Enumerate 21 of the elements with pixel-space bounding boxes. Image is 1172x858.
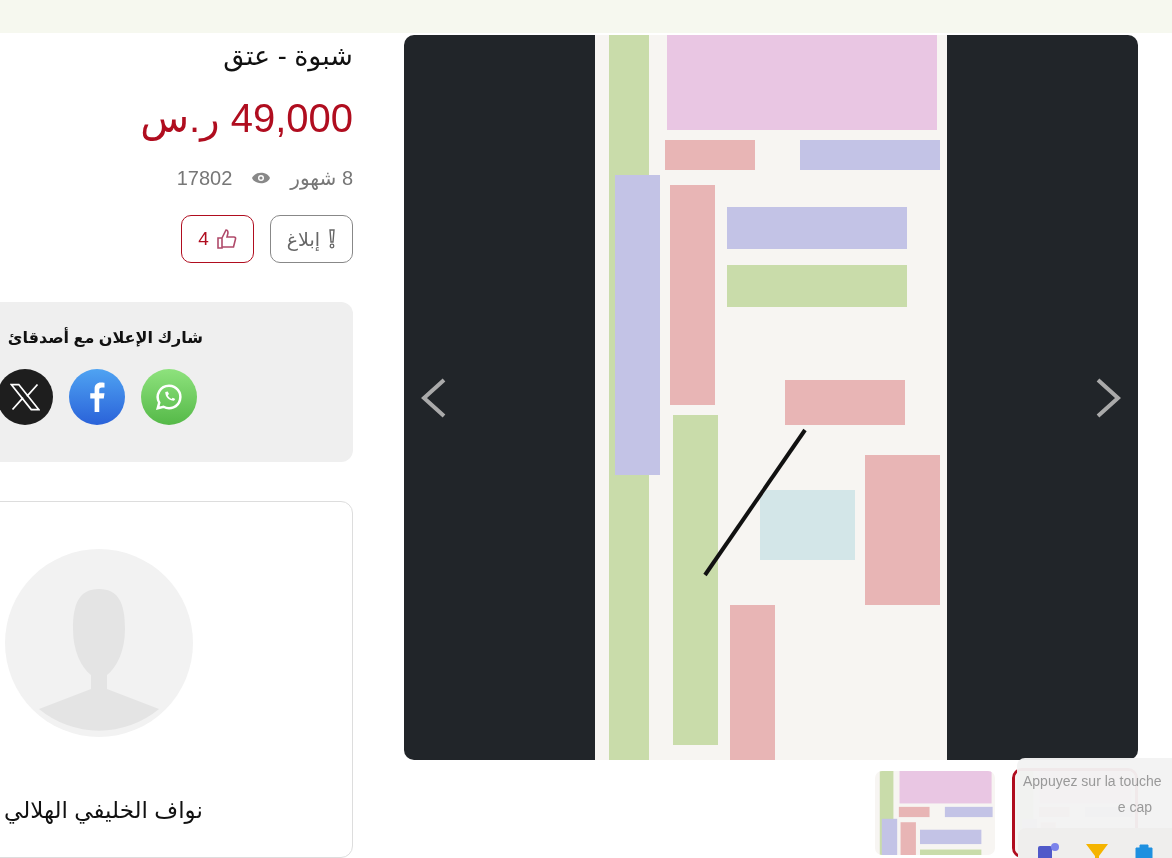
notification-text: e cap xyxy=(1116,798,1153,817)
like-button[interactable]: 4 xyxy=(181,215,254,263)
view-count: 17802 xyxy=(176,166,233,190)
facebook-button[interactable] xyxy=(69,369,125,425)
facebook-icon xyxy=(89,382,105,412)
people-icon[interactable] xyxy=(1038,842,1060,858)
eye-icon xyxy=(252,172,271,184)
listing-age: 8 شهور xyxy=(290,166,353,190)
notification-text: Appuyez sur la touche xyxy=(1023,772,1163,791)
bag-icon[interactable] xyxy=(1134,842,1154,858)
x-icon xyxy=(10,383,40,411)
thumbs-up-icon xyxy=(216,229,237,249)
price: 49,000 ر.س xyxy=(139,95,353,142)
exclamation-icon xyxy=(328,229,336,249)
share-title: شارك الإعلان مع أصدقائ xyxy=(6,328,204,347)
report-button[interactable]: إبلاغ xyxy=(269,215,353,263)
avatar-icon xyxy=(5,548,193,737)
listing-title: شبوة - عتق xyxy=(222,40,353,73)
x-button[interactable] xyxy=(0,369,53,425)
whatsapp-icon xyxy=(154,382,184,412)
seller-name: نواف الخليفي الهلالي xyxy=(4,796,203,824)
